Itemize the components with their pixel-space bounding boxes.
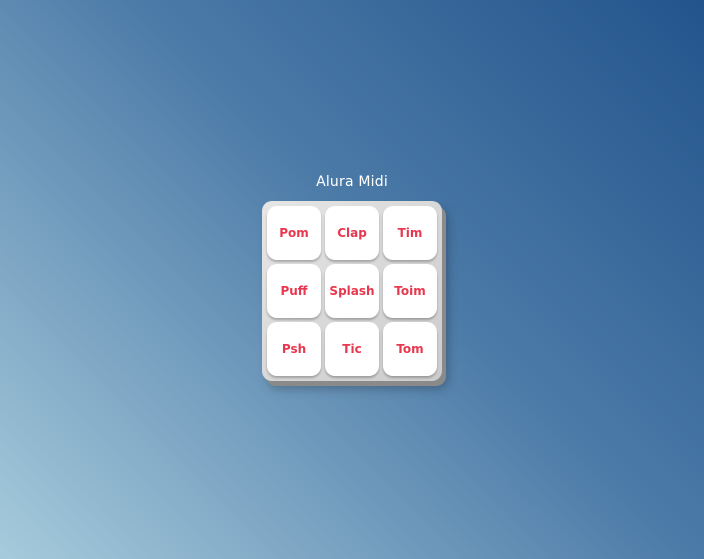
pad-tom-button[interactable]: Tom bbox=[383, 322, 437, 376]
page: { "app": { "title": "Alura Midi" }, "pad… bbox=[0, 0, 704, 559]
midi-pad-board: Pom Clap Tim Puff Splash Toim Psh Tic To… bbox=[262, 201, 442, 381]
pad-pom-button[interactable]: Pom bbox=[267, 206, 321, 260]
pad-puff-button[interactable]: Puff bbox=[267, 264, 321, 318]
pad-splash-button[interactable]: Splash bbox=[325, 264, 379, 318]
pad-tim-button[interactable]: Tim bbox=[383, 206, 437, 260]
pad-toim-button[interactable]: Toim bbox=[383, 264, 437, 318]
pad-tic-button[interactable]: Tic bbox=[325, 322, 379, 376]
page-title: Alura Midi bbox=[316, 174, 388, 190]
pad-clap-button[interactable]: Clap bbox=[325, 206, 379, 260]
pad-psh-button[interactable]: Psh bbox=[267, 322, 321, 376]
